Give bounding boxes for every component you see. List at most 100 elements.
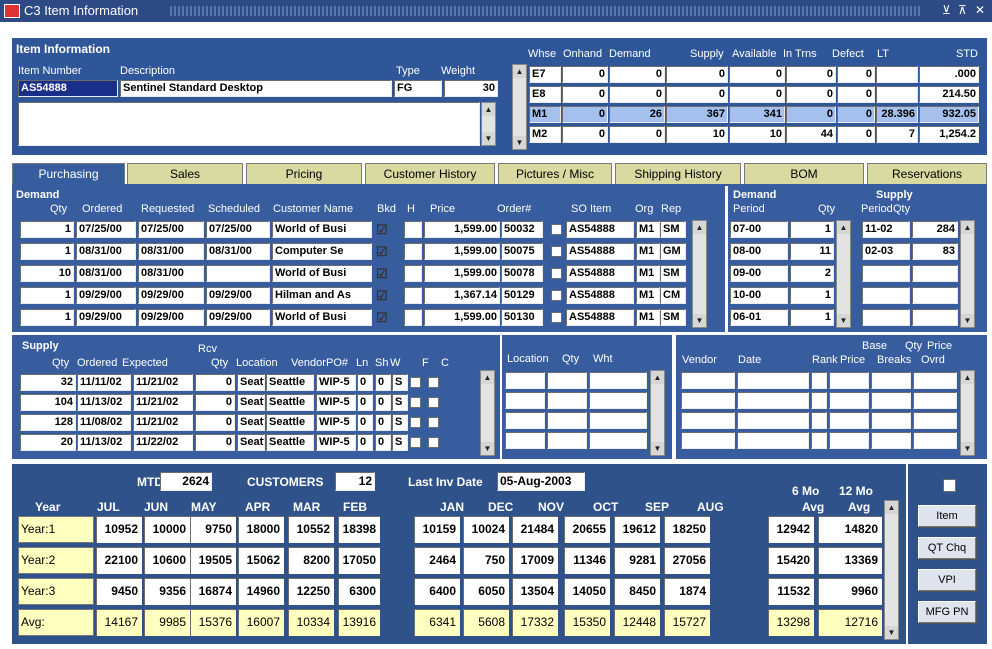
supply-ln-cell[interactable]: 0 [357,394,373,411]
demand-requested-cell[interactable]: 08/31/00 [138,243,204,260]
scroll-up-icon[interactable]: ▲ [837,221,850,234]
sales-value-cell[interactable]: 12448 [614,609,660,636]
item-button[interactable]: Item [918,505,976,527]
supply-location-cell[interactable]: Seattle [237,374,265,391]
supply-expected-cell[interactable]: 11/22/02 [133,434,193,451]
whse-available-cell[interactable]: 10 [729,126,785,143]
demand-order-cell[interactable]: 50032 [501,221,543,238]
period-supply-scrollbar[interactable]: ▲ ▼ [960,220,975,328]
demand-rep-cell[interactable]: SM [660,221,686,238]
vendor-cell[interactable] [737,432,809,449]
booked-check-icon[interactable]: ☑ [376,267,388,280]
whse-whse-cell[interactable]: M2 [529,126,561,143]
sales-value-cell[interactable]: 15350 [564,609,610,636]
whse-onhand-cell[interactable]: 0 [562,86,608,103]
sales-value-cell[interactable]: 9356 [144,578,190,605]
supply-period-cell[interactable] [862,265,910,282]
location-cell[interactable] [505,372,545,389]
supply-ln-cell[interactable]: 0 [357,434,373,451]
sales-value-cell[interactable]: 6400 [414,578,460,605]
supply-ordered-cell[interactable]: 11/11/02 [77,374,131,391]
whse-lt-cell[interactable] [876,86,918,103]
supply-c-checkbox[interactable] [428,397,439,408]
sales-value-cell[interactable]: 16007 [238,609,284,636]
demand-rep-cell[interactable]: SM [660,265,686,282]
supply-rcv-cell[interactable]: 0 [195,374,235,391]
demand-price-cell[interactable]: 1,599.00 [424,265,500,282]
supply-period-qty-cell[interactable] [912,287,958,304]
demand-scheduled-cell[interactable]: 09/29/00 [206,309,270,326]
avg12-cell[interactable]: 14820 [818,516,882,543]
demand-so_item-cell[interactable]: AS54888 [566,287,634,304]
whse-demand-cell[interactable]: 0 [609,66,665,83]
type-field[interactable]: FG [394,80,442,97]
warehouse-scrollbar[interactable]: ▲ ▼ [512,64,527,150]
demand-customer-cell[interactable]: World of Busi [272,265,372,282]
supply-rcv-cell[interactable]: 0 [195,414,235,431]
supply-c-checkbox[interactable] [428,417,439,428]
scroll-down-icon[interactable]: ▼ [961,442,974,455]
supply-expected-cell[interactable]: 11/21/02 [133,414,193,431]
sales-value-cell[interactable]: 5608 [463,609,509,636]
supply-ln-cell[interactable]: 0 [357,374,373,391]
tab-purchasing[interactable]: Purchasing [12,163,125,184]
location-wht-cell[interactable] [589,432,647,449]
demand-qty-cell[interactable]: 10 [20,265,74,282]
tab-reservations[interactable]: Reservations [867,163,987,184]
demand-requested-cell[interactable]: 07/25/00 [138,221,204,238]
whse-std-cell[interactable]: .000 [919,66,979,83]
vendor-cell[interactable] [737,372,809,389]
scroll-up-icon[interactable]: ▲ [693,221,706,234]
avg6-cell[interactable]: 15420 [768,547,814,574]
whse-whse-cell[interactable]: E8 [529,86,561,103]
tab-bom[interactable]: BOM [744,163,864,184]
location-qty-cell[interactable] [547,372,587,389]
demand-period-qty-cell[interactable]: 1 [790,221,834,238]
supply-qty-cell[interactable]: 32 [20,374,76,391]
whse-demand-cell[interactable]: 26 [609,106,665,123]
sales-value-cell[interactable]: 750 [463,547,509,574]
booked-check-icon[interactable]: ☑ [376,289,388,302]
supply-sh-cell[interactable]: 0 [375,374,391,391]
period-demand-scrollbar[interactable]: ▲ ▼ [836,220,851,328]
demand-ordered-cell[interactable]: 07/25/00 [76,221,136,238]
demand-period-cell[interactable]: 07-00 [730,221,788,238]
supply-rcv-cell[interactable]: 0 [195,434,235,451]
supply-po-cell[interactable]: WIP-5 [316,414,356,431]
demand-so_item-cell[interactable]: AS54888 [566,243,634,260]
whse-intrns-cell[interactable]: 44 [786,126,836,143]
minimize-icon[interactable]: ⊻ [942,3,951,17]
scroll-down-icon[interactable]: ▼ [693,314,706,327]
location-cell[interactable] [505,432,545,449]
supply-period-qty-cell[interactable] [912,265,958,282]
demand-period-qty-cell[interactable]: 1 [790,309,834,326]
supply-period-cell[interactable]: 11-02 [862,221,910,238]
demand-price-cell[interactable]: 1,367.14 [424,287,500,304]
sales-value-cell[interactable]: 10600 [144,547,190,574]
demand-row-checkbox[interactable] [551,224,562,235]
booked-check-icon[interactable]: ☑ [376,245,388,258]
whse-lt-cell[interactable] [876,66,918,83]
scroll-up-icon[interactable]: ▲ [885,501,898,514]
location-wht-cell[interactable] [589,392,647,409]
whse-std-cell[interactable]: 932.05 [919,106,979,123]
demand-order-cell[interactable]: 50075 [501,243,543,260]
demand-requested-cell[interactable]: 09/29/00 [138,287,204,304]
whse-available-cell[interactable]: 0 [729,86,785,103]
scroll-down-icon[interactable]: ▼ [961,314,974,327]
demand-order-cell[interactable]: 50130 [501,309,543,326]
customers-field[interactable]: 12 [335,472,375,491]
vendor-cell[interactable] [871,372,911,389]
sales-checkbox[interactable] [943,479,956,492]
sales-value-cell[interactable]: 17050 [338,547,380,574]
vendor-cell[interactable] [811,412,827,429]
weight-field[interactable]: 30 [444,80,498,97]
sales-value-cell[interactable]: 14050 [564,578,610,605]
location-wht-cell[interactable] [589,412,647,429]
supply-period-qty-cell[interactable] [912,309,958,326]
sales-value-cell[interactable]: 12250 [288,578,334,605]
supply-scrollbar[interactable]: ▲ ▼ [480,370,495,456]
whse-whse-cell[interactable]: M1 [529,106,561,123]
vendor-cell[interactable] [681,372,735,389]
location-qty-cell[interactable] [547,432,587,449]
